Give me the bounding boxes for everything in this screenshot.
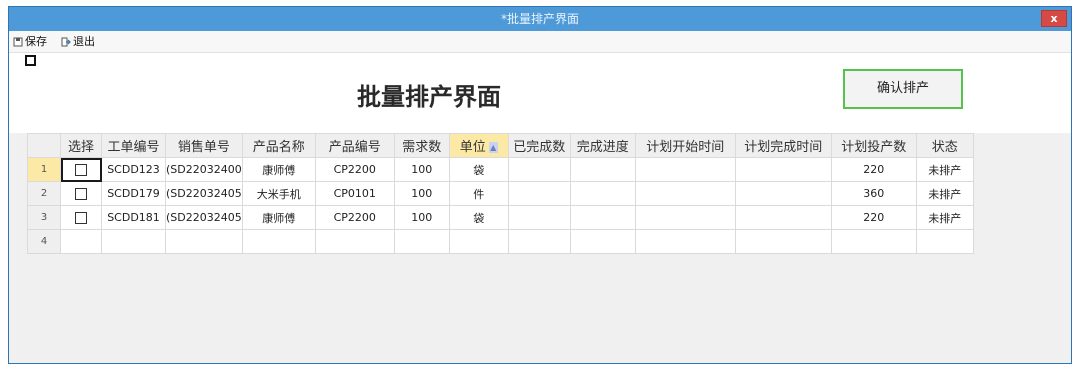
plan-start-cell[interactable]: [634, 181, 736, 206]
plan-end-cell[interactable]: [734, 181, 832, 206]
col-header-demand[interactable]: 需求数: [393, 133, 450, 158]
sales-order-cell[interactable]: (SD22032405: [165, 205, 243, 230]
table-row[interactable]: 1 SCDD123 (SD22032400 康师傅 CP2200 100 袋 2…: [27, 157, 974, 182]
progress-cell[interactable]: [569, 229, 636, 254]
row-number: 4: [27, 229, 61, 254]
close-button[interactable]: x: [1041, 10, 1067, 27]
exit-button[interactable]: 退出: [61, 35, 95, 49]
demand-cell[interactable]: 100: [393, 157, 450, 182]
product-name-cell[interactable]: 康师傅: [241, 157, 316, 182]
product-name-cell[interactable]: 大米手机: [241, 181, 316, 206]
unit-cell[interactable]: 袋: [448, 157, 509, 182]
col-header-unit[interactable]: 单位 ▲: [448, 133, 509, 158]
plan-start-cell[interactable]: [634, 157, 736, 182]
col-header-completed[interactable]: 已完成数: [507, 133, 571, 158]
row-number: 2: [27, 181, 61, 206]
col-header-select[interactable]: 选择: [60, 133, 102, 158]
col-header-unit-label: 单位: [459, 140, 486, 155]
toolbar: 保存 退出: [9, 31, 1071, 53]
sort-asc-icon: ▲: [488, 142, 498, 153]
demand-cell[interactable]: [393, 229, 450, 254]
plan-qty-cell[interactable]: [830, 229, 917, 254]
status-cell[interactable]: 未排产: [915, 157, 974, 182]
header-area: 批量排产界面 确认排产: [9, 53, 1071, 133]
status-cell[interactable]: [915, 229, 974, 254]
col-header-plan-start[interactable]: 计划开始时间: [634, 133, 736, 158]
exit-icon: [61, 37, 71, 47]
work-order-cell[interactable]: SCDD181: [101, 205, 166, 230]
col-header-plan-end[interactable]: 计划完成时间: [734, 133, 832, 158]
sales-order-cell[interactable]: [165, 229, 243, 254]
product-code-cell[interactable]: CP0101: [314, 181, 395, 206]
plan-qty-cell[interactable]: 220: [830, 205, 917, 230]
select-cell[interactable]: [60, 157, 102, 182]
completed-cell[interactable]: [507, 205, 571, 230]
batch-scheduling-window: *批量排产界面 x 保存 退出 批量排产界面 确认排产 选择 工单编号 销售单号…: [8, 6, 1072, 364]
plan-qty-cell[interactable]: 360: [830, 181, 917, 206]
col-header-status[interactable]: 状态: [915, 133, 974, 158]
col-header-plan-qty[interactable]: 计划投产数: [830, 133, 917, 158]
col-header-sales-order[interactable]: 销售单号: [165, 133, 243, 158]
row-number: 3: [27, 205, 61, 230]
window-title: *批量排产界面: [500, 12, 579, 26]
progress-cell[interactable]: [569, 205, 636, 230]
corner-checkbox[interactable]: [25, 55, 36, 66]
page-title: 批量排产界面: [357, 83, 501, 111]
status-cell[interactable]: 未排产: [915, 181, 974, 206]
col-header-product-code[interactable]: 产品编号: [314, 133, 395, 158]
product-code-cell[interactable]: CP2200: [314, 205, 395, 230]
unit-cell[interactable]: 件: [448, 181, 509, 206]
schedule-table: 选择 工单编号 销售单号 产品名称 产品编号 需求数 单位 ▲ 已完成数 完成进度…: [27, 133, 974, 254]
status-cell[interactable]: 未排产: [915, 205, 974, 230]
select-cell[interactable]: [60, 181, 102, 206]
plan-end-cell[interactable]: [734, 157, 832, 182]
sales-order-cell[interactable]: (SD22032400: [165, 157, 243, 182]
unit-cell[interactable]: [448, 229, 509, 254]
save-button[interactable]: 保存: [13, 35, 47, 49]
row-number: 1: [27, 157, 61, 182]
table-row[interactable]: 3 SCDD181 (SD22032405 康师傅 CP2200 100 袋 2…: [27, 205, 974, 230]
corner-cell: [27, 133, 61, 158]
col-header-work-order[interactable]: 工单编号: [101, 133, 166, 158]
sales-order-cell[interactable]: (SD22032405: [165, 181, 243, 206]
work-order-cell[interactable]: SCDD123: [101, 157, 166, 182]
plan-end-cell[interactable]: [734, 205, 832, 230]
plan-end-cell[interactable]: [734, 229, 832, 254]
demand-cell[interactable]: 100: [393, 205, 450, 230]
table-row[interactable]: 2 SCDD179 (SD22032405 大米手机 CP0101 100 件 …: [27, 181, 974, 206]
row-checkbox[interactable]: [75, 212, 87, 224]
product-code-cell[interactable]: CP2200: [314, 157, 395, 182]
demand-cell[interactable]: 100: [393, 181, 450, 206]
table-row-empty[interactable]: 4: [27, 229, 974, 254]
row-checkbox[interactable]: [75, 188, 87, 200]
work-order-cell[interactable]: SCDD179: [101, 181, 166, 206]
progress-cell[interactable]: [569, 157, 636, 182]
plan-start-cell[interactable]: [634, 229, 736, 254]
product-code-cell[interactable]: [314, 229, 395, 254]
completed-cell[interactable]: [507, 229, 571, 254]
completed-cell[interactable]: [507, 157, 571, 182]
exit-label: 退出: [73, 35, 95, 48]
product-name-cell[interactable]: [241, 229, 316, 254]
col-header-product-name[interactable]: 产品名称: [241, 133, 316, 158]
col-header-progress[interactable]: 完成进度: [569, 133, 636, 158]
progress-cell[interactable]: [569, 181, 636, 206]
select-cell[interactable]: [60, 205, 102, 230]
confirm-schedule-button[interactable]: 确认排产: [843, 69, 963, 109]
unit-cell[interactable]: 袋: [448, 205, 509, 230]
product-name-cell[interactable]: 康师傅: [241, 205, 316, 230]
header-row: 选择 工单编号 销售单号 产品名称 产品编号 需求数 单位 ▲ 已完成数 完成进度…: [27, 133, 974, 158]
row-checkbox[interactable]: [75, 164, 87, 176]
grid-area: 选择 工单编号 销售单号 产品名称 产品编号 需求数 单位 ▲ 已完成数 完成进度…: [27, 133, 1071, 363]
completed-cell[interactable]: [507, 181, 571, 206]
title-bar: *批量排产界面 x: [9, 7, 1071, 31]
select-cell[interactable]: [60, 229, 102, 254]
save-icon: [13, 37, 23, 47]
plan-qty-cell[interactable]: 220: [830, 157, 917, 182]
save-label: 保存: [25, 35, 47, 48]
plan-start-cell[interactable]: [634, 205, 736, 230]
work-order-cell[interactable]: [101, 229, 166, 254]
